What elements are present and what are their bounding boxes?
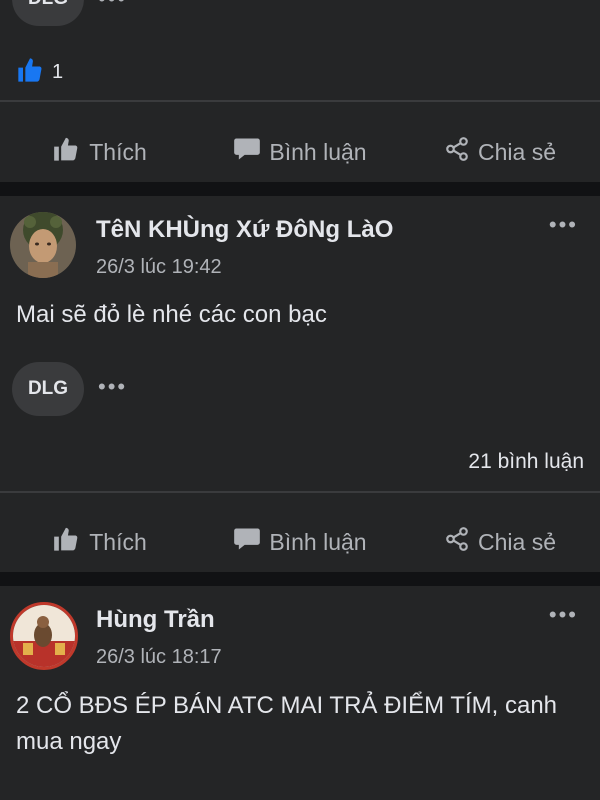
like-reaction-icon	[16, 56, 44, 89]
comment-bubble-icon	[233, 136, 261, 168]
post-menu-button[interactable]: •••	[549, 602, 578, 628]
post-text: 2 CỔ BĐS ÉP BÁN ATC MAI TRẢ ĐIỂM TÍM, ca…	[16, 692, 558, 755]
like-label: Thích	[89, 138, 147, 165]
post-card-0: DLG ••• 1 Thích Bình luận Chia	[0, 0, 600, 182]
author-avatar[interactable]	[10, 212, 76, 278]
share-label: Chia sẻ	[478, 528, 556, 555]
hashtag-chip[interactable]: DLG	[12, 362, 84, 416]
likes-count: 1	[52, 61, 64, 83]
comment-button[interactable]: Bình luận	[200, 124, 400, 180]
comment-label: Bình luận	[269, 138, 367, 165]
action-bar: Thích Bình luận Chia sẻ	[0, 124, 600, 180]
like-label: Thích	[89, 528, 147, 555]
more-tags-button[interactable]: •••	[98, 374, 127, 400]
comments-count[interactable]: 21 bình luận	[468, 450, 584, 474]
hashtag-chip[interactable]: DLG	[12, 0, 84, 26]
more-tags-button[interactable]: •••	[98, 0, 127, 12]
hashtag-label: DLG	[27, 378, 69, 399]
comment-bubble-icon	[233, 526, 261, 558]
post-card-1: TêN KHÙng Xứ ĐôNg LàO 26/3 lúc 19:42 •••…	[0, 196, 600, 572]
like-button[interactable]: Thích	[0, 124, 200, 180]
divider	[0, 100, 600, 102]
share-button[interactable]: Chia sẻ	[400, 124, 600, 180]
comment-button[interactable]: Bình luận	[200, 514, 400, 570]
share-button[interactable]: Chia sẻ	[400, 514, 600, 570]
share-label: Chia sẻ	[478, 138, 556, 165]
feed-gap	[0, 572, 600, 586]
thumbs-up-icon	[53, 526, 81, 558]
divider	[0, 491, 600, 493]
post-card-2: Hùng Trần 26/3 lúc 18:17 ••• 2 CỔ BĐS ÉP…	[0, 586, 600, 800]
action-bar: Thích Bình luận Chia sẻ	[0, 514, 600, 570]
comment-label: Bình luận	[269, 528, 367, 555]
post-menu-button[interactable]: •••	[549, 212, 578, 238]
post-text: Mai sẽ đỏ lè nhé các con bạc	[16, 301, 327, 328]
post-timestamp[interactable]: 26/3 lúc 18:17	[96, 646, 222, 669]
author-avatar[interactable]	[10, 602, 78, 670]
reactions-summary[interactable]: 1	[16, 56, 63, 89]
hashtag-label: DLG	[28, 0, 68, 10]
share-icon	[444, 136, 470, 168]
post-timestamp[interactable]: 26/3 lúc 19:42	[96, 256, 222, 279]
feed-gap	[0, 182, 600, 196]
like-button[interactable]: Thích	[0, 514, 200, 570]
thumbs-up-icon	[53, 136, 81, 168]
share-icon	[444, 526, 470, 558]
author-name[interactable]: TêN KHÙng Xứ ĐôNg LàO	[96, 216, 393, 244]
author-name[interactable]: Hùng Trần	[96, 606, 215, 634]
